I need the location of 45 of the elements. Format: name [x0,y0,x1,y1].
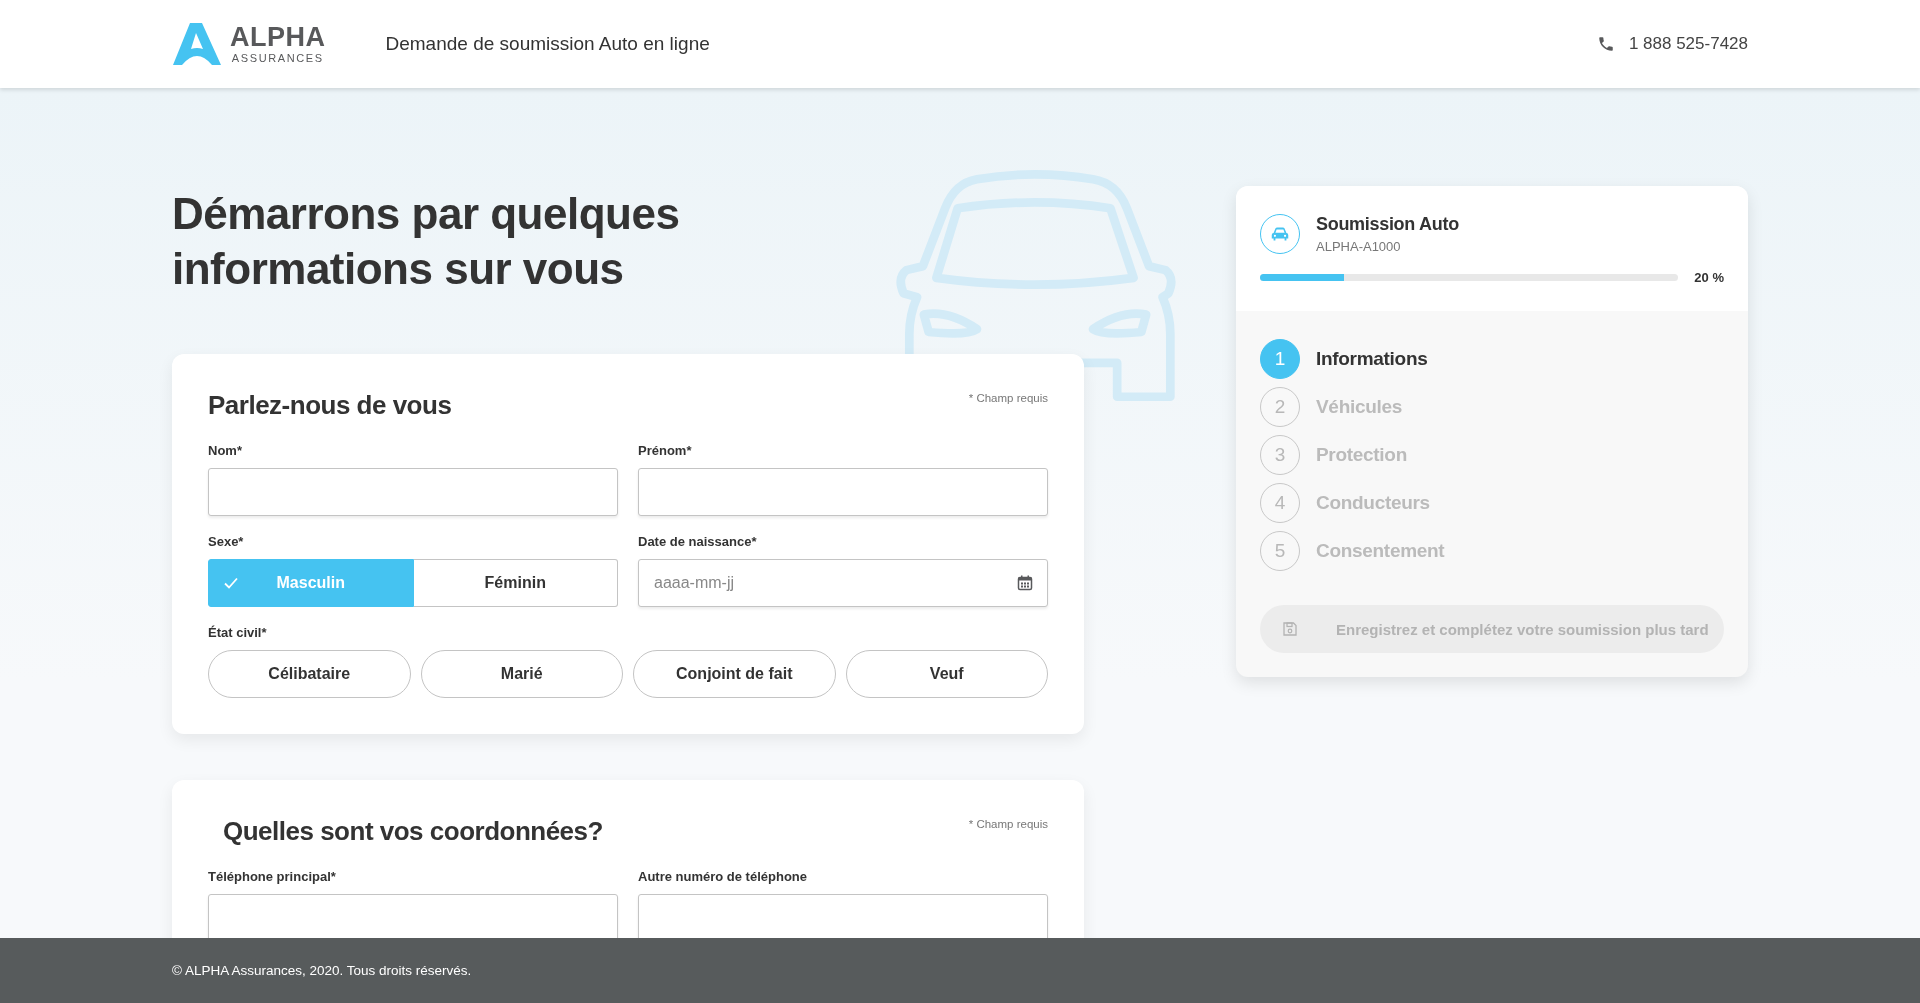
field-label: État civil* [208,625,268,640]
field-label: Prénom* [638,443,693,458]
input-field[interactable] [208,468,618,516]
logo-name: ALPHA [230,23,326,51]
step-number: 4 [1260,483,1300,523]
calendar-icon[interactable] [1017,575,1033,591]
marital-status-option[interactable]: Conjoint de fait [633,650,836,698]
check-icon [223,575,239,591]
gender-option[interactable]: Féminin [413,559,618,607]
step-label: Véhicules [1316,396,1402,418]
field-label: Sexe* [208,534,245,549]
page-heading: Démarrons par quelques informations sur vous [172,188,681,295]
page-title: Demande de soumission Auto en ligne [385,33,710,55]
step-label: Informations [1316,348,1428,370]
logo-subtitle: ASSURANCES [231,51,324,65]
marital-status-option[interactable]: Marié [420,650,623,698]
input-field[interactable] [638,468,1048,516]
marital-status-option[interactable]: Veuf [845,650,1048,698]
copyright-text: © ALPHA Assurances, 2020. Tous droits réservés. [172,963,472,978]
progress-percent: 20 % [1694,270,1724,285]
field-label: Autre numéro de téléphone [638,869,809,884]
input-field[interactable] [638,894,1048,938]
step-number: 5 [1260,531,1300,571]
field-label: Date de naissance* [638,534,758,549]
step-label: Consentement [1316,540,1445,562]
step-item[interactable]: 1 Informations [1260,335,1724,383]
field-label: Téléphone principal* [208,869,337,884]
step-label: Conducteurs [1316,492,1430,514]
section-title: Parlez-nous de vous [208,390,452,421]
step-number: 3 [1260,435,1300,475]
logo-icon [172,21,222,67]
quote-title: Soumission Auto [1316,214,1459,235]
field-label: Nom* [208,443,243,458]
required-note: * Champ requis [968,818,1048,830]
section-title: Quelles sont vos coordonnées? [223,816,603,847]
marital-status-option[interactable]: Célibataire [208,650,411,698]
input-field[interactable] [208,894,618,938]
step-label: Protection [1316,444,1407,466]
step-number: 1 [1260,339,1300,379]
required-note: * Champ requis [968,392,1048,404]
step-number: 2 [1260,387,1300,427]
quote-reference: ALPHA-A1000 [1316,239,1402,254]
phone-icon [1596,35,1615,53]
phone-number[interactable]: 1 888 525-7428 [1628,34,1748,54]
date-field[interactable]: aaaa-mm-jj [638,559,1048,607]
